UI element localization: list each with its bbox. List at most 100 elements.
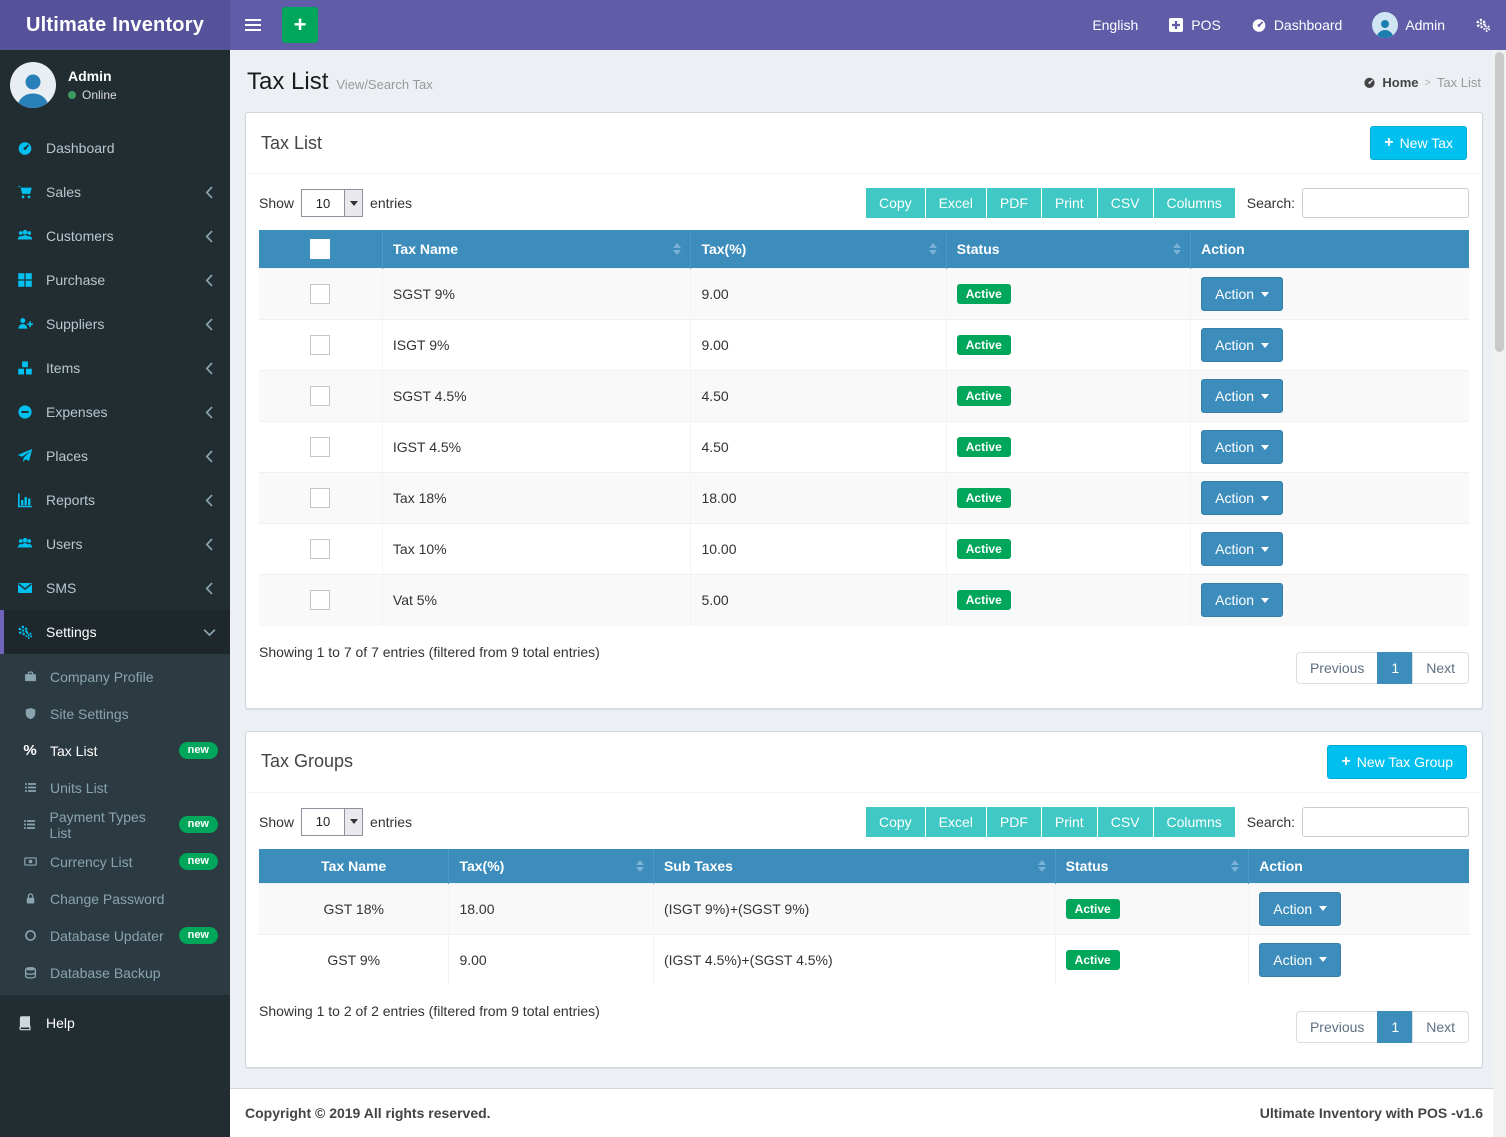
page-scrollbar[interactable] xyxy=(1493,50,1506,1137)
sidebar-item-customers[interactable]: Customers xyxy=(0,214,230,258)
sidebar-item-sales[interactable]: Sales xyxy=(0,170,230,214)
row-checkbox[interactable] xyxy=(310,386,330,406)
select-all-checkbox[interactable] xyxy=(310,239,330,259)
columns-button[interactable]: Columns xyxy=(1154,807,1235,837)
sidebar-user-status[interactable]: Online xyxy=(68,88,117,102)
csv-button[interactable]: CSV xyxy=(1098,807,1154,837)
pagination-previous[interactable]: Previous xyxy=(1296,652,1378,684)
show-label: Show xyxy=(259,195,294,211)
cell-tax-name: SGST 4.5% xyxy=(382,371,691,422)
action-dropdown-button[interactable]: Action xyxy=(1201,277,1283,311)
chevron-left-icon xyxy=(203,318,216,331)
copy-button[interactable]: Copy xyxy=(866,188,926,218)
minus-circle-icon xyxy=(14,404,36,420)
pdf-button[interactable]: PDF xyxy=(987,188,1042,218)
copy-button[interactable]: Copy xyxy=(866,807,926,837)
submenu-change-password[interactable]: Change Password xyxy=(0,880,230,917)
pagination-next[interactable]: Next xyxy=(1412,652,1469,684)
column-header-sub-taxes[interactable]: Sub Taxes xyxy=(653,849,1055,884)
sidebar-toggle-icon[interactable] xyxy=(230,0,276,50)
submenu-payment-types-list[interactable]: Payment Types List new xyxy=(0,806,230,843)
action-dropdown-button[interactable]: Action xyxy=(1201,379,1283,413)
columns-button[interactable]: Columns xyxy=(1154,188,1235,218)
column-header-status[interactable]: Status xyxy=(946,230,1190,269)
pagination-page-1[interactable]: 1 xyxy=(1377,652,1413,684)
pagination-previous[interactable]: Previous xyxy=(1296,1011,1378,1043)
action-dropdown-button[interactable]: Action xyxy=(1201,328,1283,362)
nav-settings[interactable] xyxy=(1460,0,1506,50)
nav-user[interactable]: Admin xyxy=(1357,0,1460,50)
submenu-tax-list[interactable]: % Tax List new xyxy=(0,732,230,769)
page-size-select[interactable]: 10 xyxy=(301,808,363,836)
column-header-tax-name[interactable]: Tax Name xyxy=(259,849,449,884)
page-size-select[interactable]: 10 xyxy=(301,189,363,217)
new-tax-button[interactable]: + New Tax xyxy=(1370,126,1467,160)
sidebar-item-sms[interactable]: SMS xyxy=(0,566,230,610)
print-button[interactable]: Print xyxy=(1042,807,1098,837)
sidebar-item-settings[interactable]: Settings xyxy=(0,610,230,654)
sidebar-item-users[interactable]: Users xyxy=(0,522,230,566)
brand-logo[interactable]: Ultimate Inventory xyxy=(0,0,230,50)
sidebar-item-expenses[interactable]: Expenses xyxy=(0,390,230,434)
new-tax-group-button[interactable]: + New Tax Group xyxy=(1327,745,1467,779)
excel-button[interactable]: Excel xyxy=(926,188,987,218)
column-header-status[interactable]: Status xyxy=(1055,849,1249,884)
submenu-database-backup[interactable]: Database Backup xyxy=(0,954,230,991)
page-title: Tax List xyxy=(247,68,328,96)
submenu-database-updater[interactable]: Database Updater new xyxy=(0,917,230,954)
submenu-company-profile[interactable]: Company Profile xyxy=(0,658,230,695)
caret-down-icon xyxy=(1261,547,1269,552)
pagination-page-1[interactable]: 1 xyxy=(1377,1011,1413,1043)
quick-add-button[interactable]: + xyxy=(282,7,318,43)
submenu-currency-list[interactable]: Currency List new xyxy=(0,843,230,880)
row-checkbox[interactable] xyxy=(310,284,330,304)
book-icon xyxy=(14,1015,36,1031)
action-dropdown-button[interactable]: Action xyxy=(1201,430,1283,464)
submenu-site-settings[interactable]: Site Settings xyxy=(0,695,230,732)
column-header-tax-name[interactable]: Tax Name xyxy=(382,230,691,269)
nav-language[interactable]: English xyxy=(1077,0,1153,50)
row-checkbox[interactable] xyxy=(310,335,330,355)
column-header-tax-pct[interactable]: Tax(%) xyxy=(691,230,946,269)
action-dropdown-button[interactable]: Action xyxy=(1201,532,1283,566)
avatar xyxy=(1372,12,1398,38)
sidebar-user-name: Admin xyxy=(68,68,117,84)
sidebar-item-reports[interactable]: Reports xyxy=(0,478,230,522)
sidebar-item-dashboard[interactable]: Dashboard xyxy=(0,126,230,170)
nav-pos[interactable]: POS xyxy=(1153,0,1236,50)
row-checkbox[interactable] xyxy=(310,539,330,559)
action-dropdown-button[interactable]: Action xyxy=(1201,583,1283,617)
cell-tax-name: ISGT 9% xyxy=(382,320,691,371)
sidebar: Admin Online Dashboard Sales xyxy=(0,50,230,1137)
submenu-units-list[interactable]: Units List xyxy=(0,769,230,806)
row-checkbox[interactable] xyxy=(310,590,330,610)
pagination-next[interactable]: Next xyxy=(1412,1011,1469,1043)
action-dropdown-button[interactable]: Action xyxy=(1259,943,1341,977)
nav-dashboard[interactable]: Dashboard xyxy=(1236,0,1358,50)
csv-button[interactable]: CSV xyxy=(1098,188,1154,218)
excel-button[interactable]: Excel xyxy=(926,807,987,837)
search-input[interactable] xyxy=(1302,807,1469,837)
chevron-left-icon xyxy=(203,230,216,243)
sidebar-item-help[interactable]: Help xyxy=(0,1001,230,1045)
row-checkbox[interactable] xyxy=(310,437,330,457)
tax-groups-table: Tax Name Tax(%) Sub Taxes Status Action … xyxy=(259,849,1469,986)
sort-icon xyxy=(1173,243,1181,255)
action-dropdown-button[interactable]: Action xyxy=(1259,892,1341,926)
action-dropdown-button[interactable]: Action xyxy=(1201,481,1283,515)
sidebar-item-suppliers[interactable]: Suppliers xyxy=(0,302,230,346)
status-badge: Active xyxy=(1066,950,1120,970)
scrollbar-thumb[interactable] xyxy=(1495,52,1504,352)
row-checkbox[interactable] xyxy=(310,488,330,508)
column-header-tax-pct[interactable]: Tax(%) xyxy=(449,849,653,884)
sidebar-item-places[interactable]: Places xyxy=(0,434,230,478)
avatar xyxy=(10,62,56,108)
print-button[interactable]: Print xyxy=(1042,188,1098,218)
sidebar-item-items[interactable]: Items xyxy=(0,346,230,390)
search-input[interactable] xyxy=(1302,188,1469,218)
status-badge: Active xyxy=(957,386,1011,406)
table-row: Vat 5% 5.00 Active Action xyxy=(259,575,1469,626)
sidebar-item-purchase[interactable]: Purchase xyxy=(0,258,230,302)
pdf-button[interactable]: PDF xyxy=(987,807,1042,837)
breadcrumb-home[interactable]: Home xyxy=(1382,75,1418,90)
